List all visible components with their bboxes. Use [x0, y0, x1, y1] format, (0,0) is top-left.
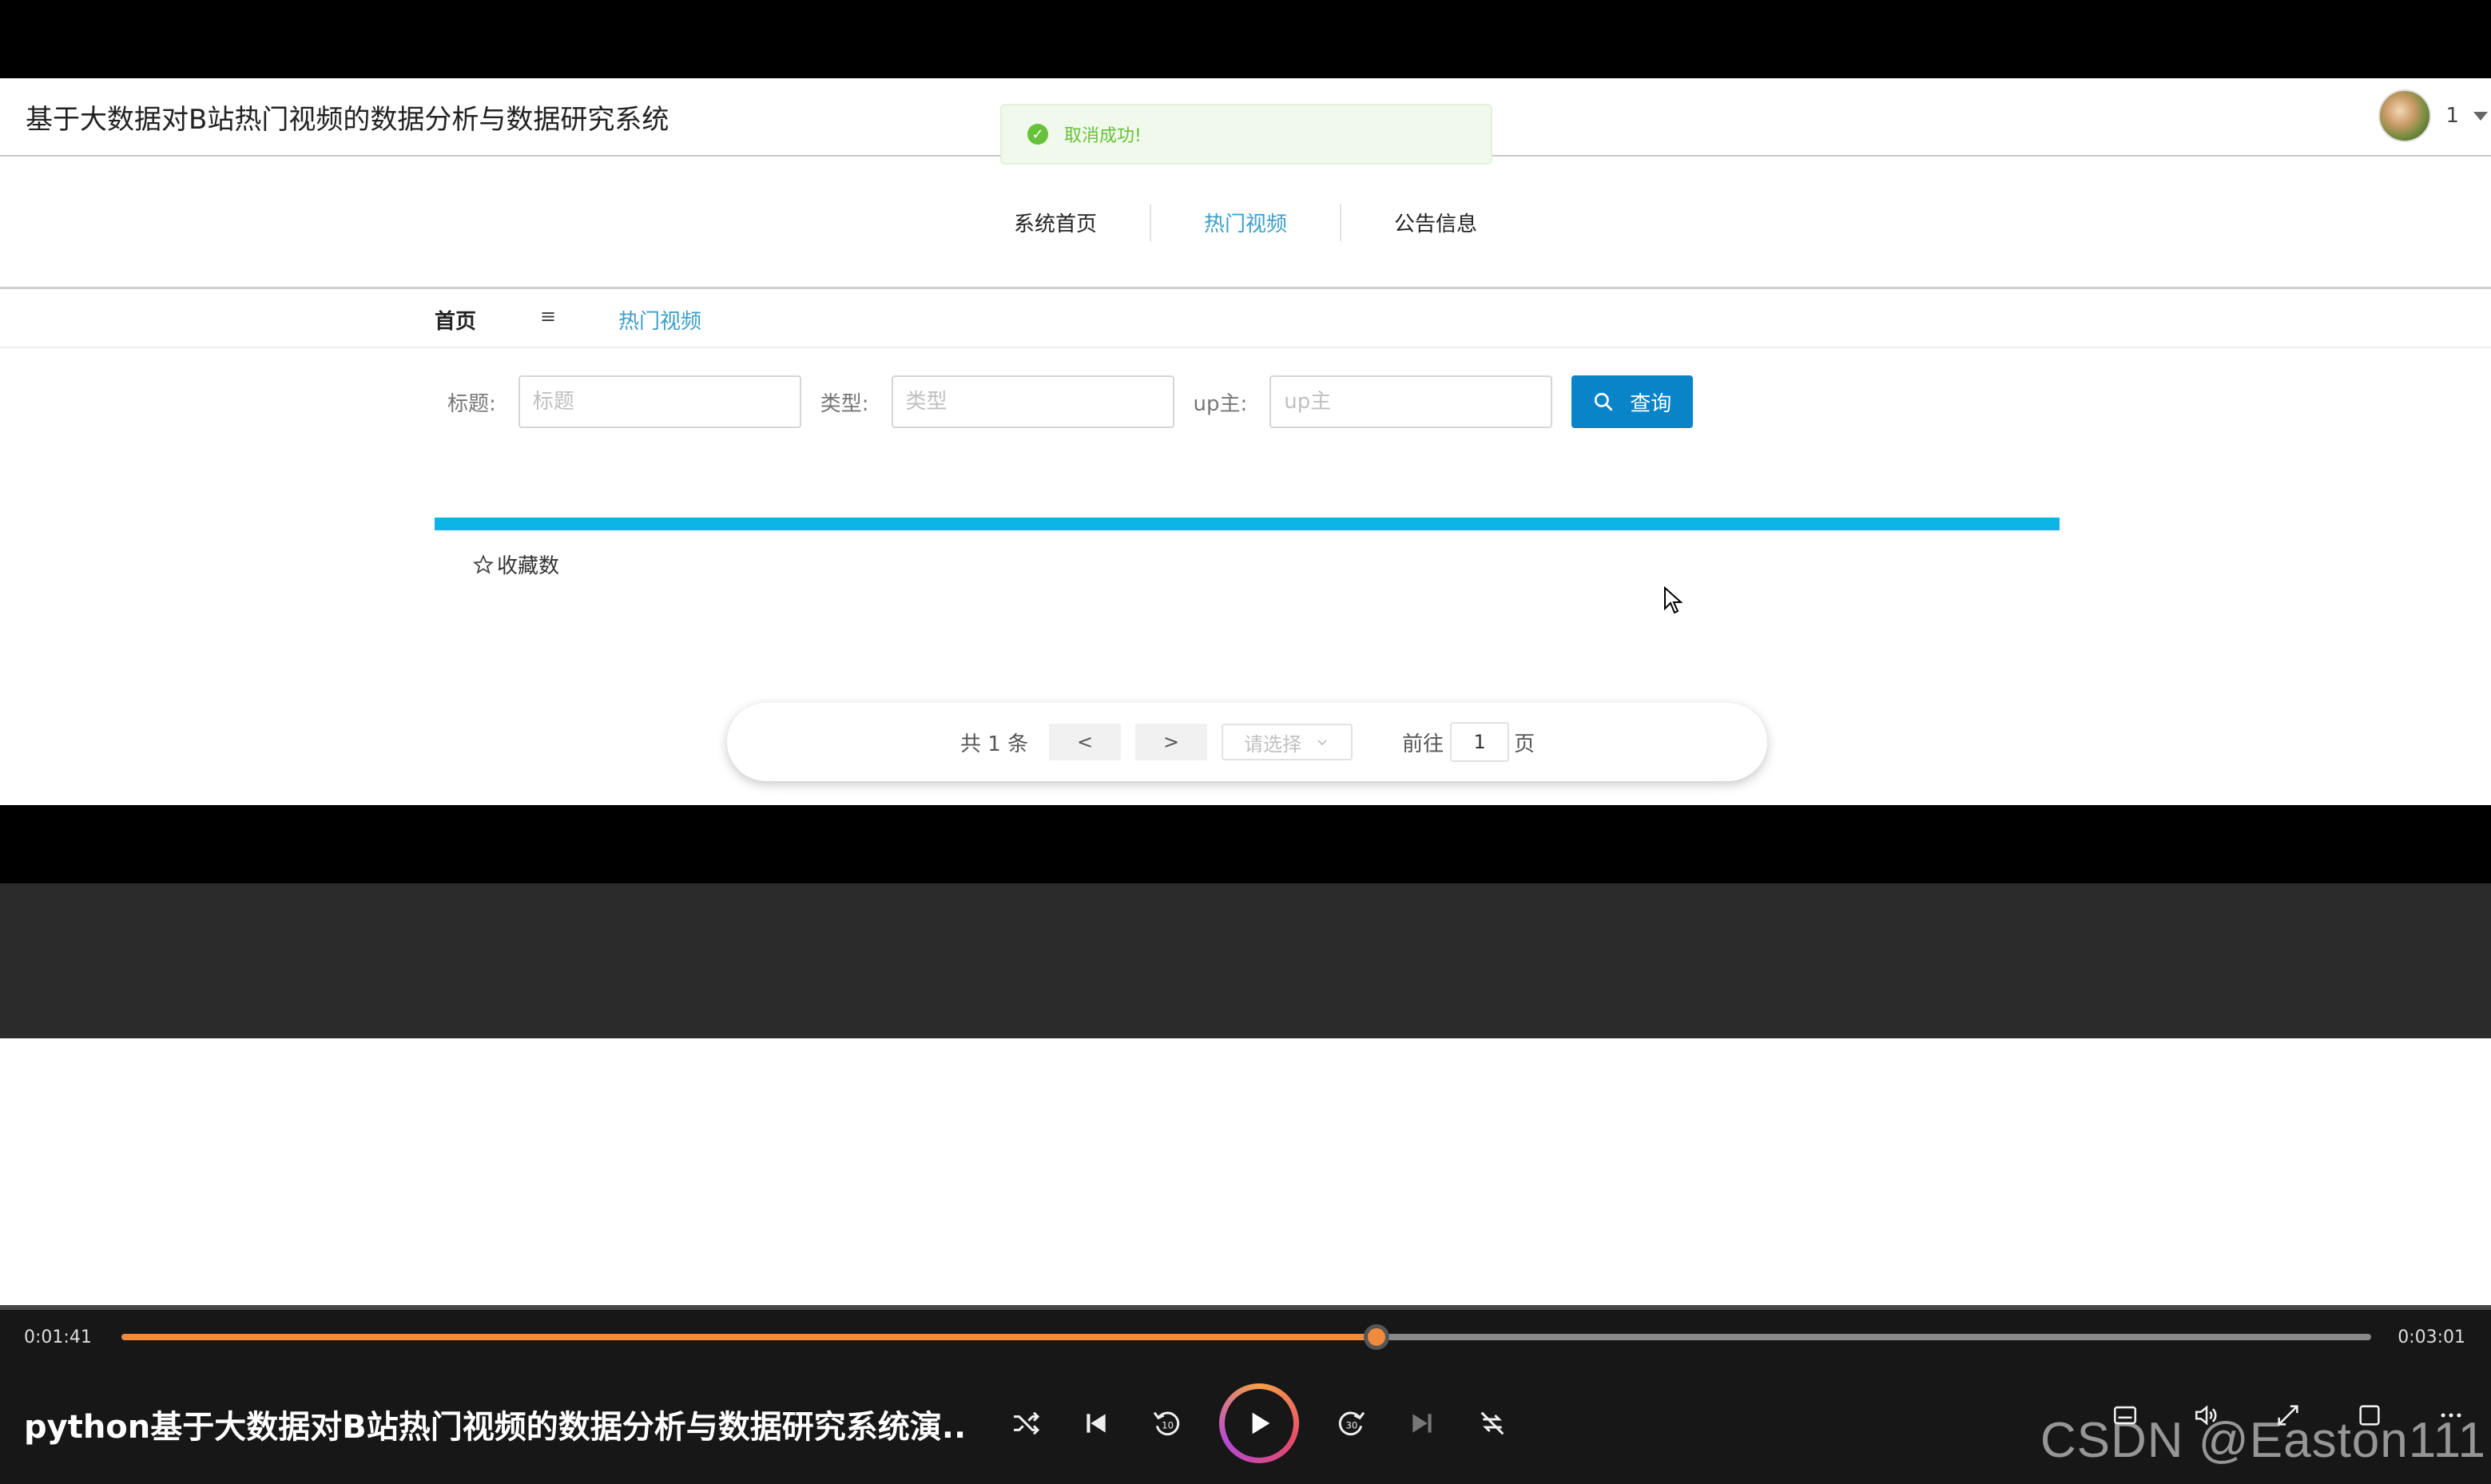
rewind-10-icon[interactable]: 10	[1149, 1406, 1184, 1441]
chevron-down-icon[interactable]	[2473, 111, 2488, 121]
type-label: 类型:	[820, 391, 869, 416]
title-input[interactable]	[518, 375, 801, 428]
breadcrumb-current: 热门视频	[618, 310, 702, 334]
star-icon	[473, 554, 494, 574]
breadcrumb-separator-icon: ≡	[540, 305, 557, 327]
list-header-bar	[435, 518, 2060, 530]
nav-item-hot-videos[interactable]: 热门视频	[1151, 208, 1340, 237]
video-player-controls: 0:01:41 0:03:01 python基于大数据对B站热门视频的数据分析与…	[0, 1305, 2491, 1484]
prev-page-button[interactable]: <	[1049, 724, 1122, 760]
forward-30-icon[interactable]: 30	[1334, 1406, 1369, 1441]
breadcrumb-home[interactable]: 首页	[435, 305, 476, 335]
screen: { "site": { "title": "基于大数据对B站热门视频的数据分析与…	[0, 0, 2491, 1484]
favorites-sort[interactable]: 收藏数	[473, 550, 559, 579]
page-suffix: 页	[1514, 732, 1536, 756]
next-page-button[interactable]: >	[1135, 724, 1208, 760]
previous-icon[interactable]	[1079, 1406, 1114, 1441]
title-label: 标题:	[447, 391, 496, 416]
nav-item-home[interactable]: 系统首页	[961, 208, 1150, 237]
toast-message: 取消成功!	[1064, 126, 1142, 146]
pagination-total: 共 1 条	[960, 732, 1029, 756]
mouse-cursor-icon	[1664, 586, 1683, 614]
play-button[interactable]	[1219, 1383, 1299, 1463]
video-title: python基于大数据对B站热门视频的数据分析与数据研究系统演...	[24, 1409, 967, 1446]
favorites-label: 收藏数	[497, 554, 560, 578]
success-check-icon: ✓	[1027, 124, 1048, 145]
search-icon	[1595, 392, 1613, 411]
page-number-input[interactable]	[1450, 722, 1510, 762]
breadcrumb: 首页 ≡ 热门视频	[0, 291, 2491, 348]
chevron-down-icon	[1317, 740, 1327, 746]
svg-text:10: 10	[1162, 1420, 1174, 1431]
up-input[interactable]	[1269, 375, 1553, 428]
site-title: 基于大数据对B站热门视频的数据分析与数据研究系统	[26, 104, 669, 136]
avatar[interactable]	[2378, 89, 2432, 142]
search-button[interactable]: 查询	[1571, 375, 1694, 428]
pagination: 共 1 条 < > 请选择 前往 页	[727, 703, 1767, 781]
user-menu[interactable]: 1	[2378, 89, 2491, 142]
progress-knob[interactable]	[1364, 1324, 1390, 1350]
page-footer	[0, 883, 2491, 1038]
next-icon[interactable]	[1404, 1406, 1440, 1441]
playback-controls: 10 30	[1008, 1383, 1510, 1463]
up-label: up主:	[1193, 391, 1248, 416]
page-size-placeholder: 请选择	[1244, 732, 1302, 756]
shuffle-icon[interactable]	[1008, 1406, 1043, 1441]
user-name[interactable]: 1	[2445, 104, 2459, 128]
success-toast: ✓ 取消成功!	[1000, 104, 1492, 165]
progress-bar[interactable]	[121, 1324, 2371, 1350]
web-page: 基于大数据对B站热门视频的数据分析与数据研究系统 1 ✓ 取消成功! 系统首页 …	[0, 78, 2491, 1383]
top-nav: 系统首页 热门视频 公告信息	[0, 158, 2491, 289]
play-icon	[1252, 1412, 1270, 1434]
search-form: 标题: 类型: up主: 查询	[447, 375, 1694, 428]
type-input[interactable]	[891, 375, 1174, 428]
nav-item-announcements[interactable]: 公告信息	[1341, 208, 1530, 237]
progress-fill	[121, 1334, 1377, 1340]
loop-off-icon[interactable]	[1475, 1406, 1510, 1441]
total-time: 0:03:01	[2398, 1327, 2465, 1347]
page-size-select[interactable]: 请选择	[1222, 724, 1353, 760]
svg-text:30: 30	[1346, 1420, 1358, 1431]
current-time: 0:01:41	[24, 1327, 92, 1347]
search-button-label: 查询	[1630, 391, 1672, 416]
goto-label: 前往	[1402, 732, 1444, 756]
watermark: CSDN @Easton111	[2040, 1413, 2486, 1468]
